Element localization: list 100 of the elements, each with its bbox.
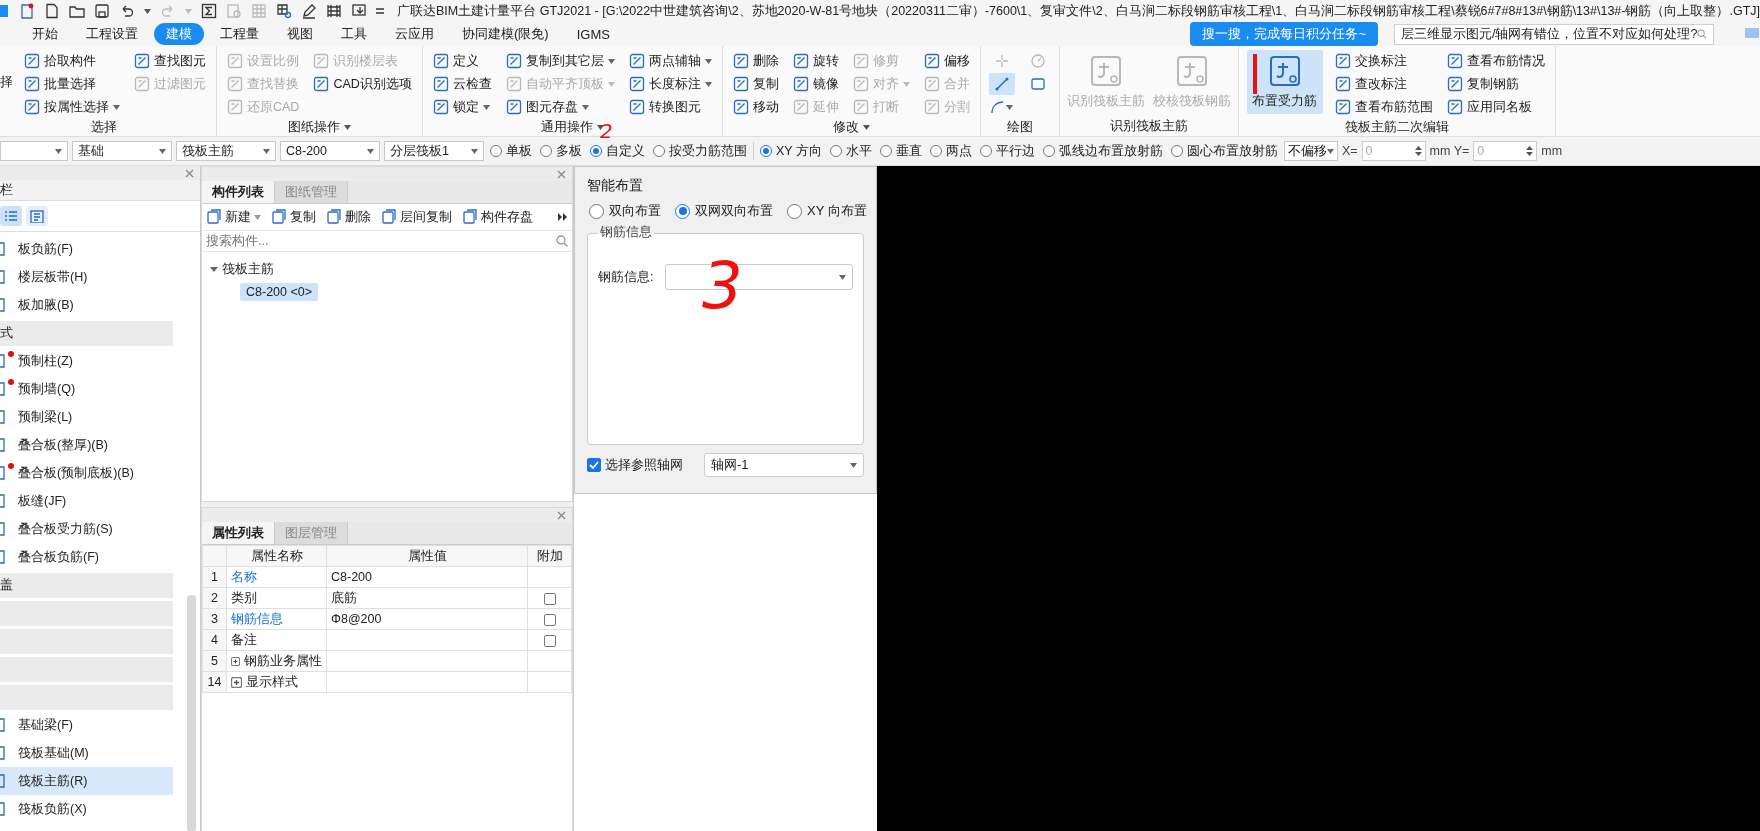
radio-option[interactable]: 垂直 (877, 142, 924, 160)
ribbon-button[interactable]: 查看布筋范围 (1332, 96, 1435, 118)
radio-option[interactable]: 圆心布置放射筋 (1168, 142, 1280, 160)
sidebar-item[interactable]: 预制墙(Q) (0, 375, 173, 403)
menu-tab[interactable]: IGMS (564, 24, 622, 44)
radio-option[interactable]: 双向布置 (587, 202, 663, 220)
dropdown[interactable]: C8-200 (280, 141, 380, 161)
radio-option[interactable]: XY 向布置 (785, 202, 869, 220)
menu-tab[interactable]: 云应用 (383, 23, 446, 45)
tree-node[interactable]: 筏板主筋 (222, 260, 274, 278)
close-icon[interactable] (557, 510, 566, 520)
property-name[interactable]: 名称 (231, 569, 257, 584)
ribbon-button[interactable]: 复制 (730, 73, 781, 95)
radio-option[interactable]: 平行边 (977, 142, 1037, 160)
ribbon-button[interactable]: 批量选择 (22, 73, 122, 95)
close-icon[interactable] (185, 168, 194, 178)
sidebar-item[interactable]: 叠合板(整厚)(B) (0, 431, 173, 459)
close-icon[interactable] (557, 169, 566, 179)
ribbon-button[interactable]: 交换标注 (1332, 50, 1435, 72)
sidebar-item[interactable]: 筏板基础(M) (0, 739, 173, 767)
menu-tab[interactable]: 工程量 (208, 23, 271, 45)
radio-option[interactable]: 两点 (927, 142, 974, 160)
sidebar-item[interactable]: 叠合板受力筋(S) (0, 515, 173, 543)
checkbox[interactable] (543, 592, 556, 605)
document-icon[interactable] (44, 3, 60, 19)
sidebar-item[interactable]: 筏板负筋(X) (0, 795, 173, 823)
film-icon[interactable] (326, 3, 342, 19)
grid-search-icon[interactable] (276, 3, 292, 19)
ribbon-button[interactable]: 旋转 (790, 50, 841, 72)
expand-icon[interactable] (231, 676, 242, 688)
number-field[interactable]: 0 (1361, 141, 1426, 161)
sidebar-item[interactable]: 预制柱(Z) (0, 347, 173, 375)
menu-tab[interactable]: 协同建模(限免) (450, 23, 561, 45)
sidebar-item[interactable]: 基础梁(F) (0, 711, 173, 739)
ribbon-button[interactable]: 图元存盘 (503, 96, 617, 118)
property-value[interactable]: Φ8@200 (326, 608, 528, 630)
view-mode-button[interactable] (0, 206, 22, 226)
sidebar-item[interactable]: 板加腋(B) (0, 291, 173, 319)
folder-icon[interactable] (69, 3, 85, 19)
ribbon-button[interactable]: 云检查 (430, 73, 494, 95)
menu-tab[interactable]: 视图 (275, 23, 325, 45)
radio-option[interactable]: 多板 (538, 142, 584, 160)
category-header[interactable]: 式 (0, 320, 173, 346)
toolbar-button[interactable]: 构件存盘 (462, 208, 533, 226)
ribbon-button[interactable]: 两点辅轴 (626, 50, 714, 72)
ribbon-button[interactable]: 移动 (730, 96, 781, 118)
sidebar-item[interactable]: 楼层板带(H) (0, 263, 173, 291)
menu-icon[interactable] (376, 6, 384, 16)
menu-tab[interactable]: 工具 (329, 23, 379, 45)
ribbon-button[interactable]: 长度标注 (626, 73, 714, 95)
ribbon-button[interactable]: CAD识别选项 (311, 73, 414, 95)
checkbox[interactable]: 选择参照轴网 (587, 456, 683, 474)
help-search-field[interactable]: 层三维显示图元/轴网有错位，位置不对应如何处理? (1394, 23, 1714, 45)
dropdown[interactable]: 不偏移 (1283, 141, 1338, 161)
ribbon-button[interactable]: 查改标注 (1332, 73, 1435, 95)
panel-tab[interactable]: 属性列表 (202, 522, 275, 544)
ribbon-button[interactable]: 复制到其它层 (503, 50, 617, 72)
checkbox[interactable] (543, 634, 556, 647)
radio-option[interactable]: 按受力筋范围 (651, 142, 749, 160)
toolbar-button[interactable]: 新建 (206, 208, 261, 226)
radio-option[interactable]: 单板 (488, 142, 534, 160)
sum-icon[interactable] (201, 3, 217, 19)
report-icon[interactable] (226, 3, 242, 19)
expand-icon[interactable] (231, 655, 240, 667)
grid-icon[interactable] (251, 3, 267, 19)
double-arrow-icon[interactable] (558, 213, 568, 221)
draw-tool-button[interactable] (988, 73, 1015, 95)
ribbon-button[interactable]: 删除 (730, 50, 781, 72)
ribbon-button[interactable]: 复制钢筋 (1444, 73, 1547, 95)
radio-option[interactable]: 双网双向布置 (673, 202, 775, 220)
pen-icon[interactable] (301, 3, 317, 19)
ribbon-button[interactable]: 锁定 (430, 96, 494, 118)
sidebar-item[interactable]: 叠合板负筋(F) (0, 543, 173, 571)
ribbon-large-button[interactable]: 布置受力筋 (1246, 50, 1323, 114)
ribbon-button[interactable]: 定义 (430, 50, 494, 72)
sidebar-item[interactable]: 板负筋(F) (0, 235, 173, 263)
number-field[interactable]: 0 (1473, 141, 1538, 161)
checkbox[interactable] (543, 613, 556, 626)
radio-option[interactable]: 弧线边布置放射筋 (1040, 142, 1165, 160)
search-field[interactable]: 搜索构件... (206, 233, 556, 249)
caret-icon[interactable] (210, 265, 218, 273)
ribbon-button[interactable]: 查看布筋情况 (1444, 50, 1547, 72)
ribbon-button[interactable]: 镜像 (790, 73, 841, 95)
sidebar-item[interactable]: 板缝(JF) (0, 487, 173, 515)
dropdown[interactable]: 基础 (72, 141, 172, 161)
sidebar-item[interactable]: 叠合板(预制底板)(B) (0, 459, 173, 487)
ribbon-button[interactable]: 应用同名板 (1444, 96, 1547, 118)
property-value[interactable]: 底筋 (326, 587, 528, 609)
ribbon-button[interactable]: 拾取构件 (22, 50, 122, 72)
toolbar-button[interactable]: 复制 (271, 208, 316, 226)
dropdown[interactable]: 筏板主筋 (176, 141, 276, 161)
panel-tab[interactable]: 构件列表 (202, 181, 275, 203)
screen-icon[interactable] (351, 3, 367, 19)
ribbon-button[interactable]: 按属性选择 (22, 96, 122, 118)
tree-item[interactable]: C8-200 <0> (240, 283, 319, 301)
toolbar-button[interactable]: 层间复制 (381, 208, 452, 226)
menu-tab[interactable]: 工程设置 (74, 23, 150, 45)
view-mode-button[interactable] (26, 206, 48, 226)
dropdown[interactable]: 分层筏板1 (384, 141, 484, 161)
toolbar-button[interactable]: 删除 (326, 208, 371, 226)
